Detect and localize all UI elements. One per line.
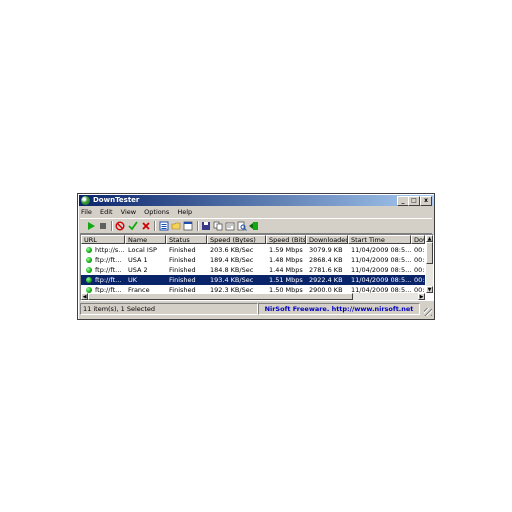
cell-downloaded: 3079.9 KB — [309, 246, 343, 254]
menu-help[interactable]: Help — [177, 208, 192, 216]
title-bar[interactable]: DownTester _ □ x — [79, 195, 433, 206]
properties-icon[interactable] — [225, 221, 235, 231]
window-icon[interactable] — [183, 221, 193, 231]
list-icon[interactable] — [159, 221, 169, 231]
menu-view[interactable]: View — [121, 208, 136, 216]
cell-url: ftp://ft... — [95, 276, 122, 284]
scroll-up-arrow-icon[interactable]: ▲ — [426, 235, 433, 242]
menu-options[interactable]: Options — [144, 208, 169, 216]
status-ok-icon — [86, 267, 92, 273]
scroll-left-arrow-icon[interactable]: ◀ — [81, 293, 88, 300]
column-name[interactable]: Name — [125, 235, 166, 244]
status-bar: 11 item(s), 1 Selected NirSoft Freeware.… — [80, 301, 432, 316]
cell-name: USA 1 — [128, 256, 148, 264]
find-icon[interactable] — [237, 221, 247, 231]
save-icon[interactable] — [201, 221, 211, 231]
status-ok-icon — [86, 277, 92, 283]
exit-icon[interactable] — [249, 221, 259, 231]
cell-status: Finished — [169, 256, 196, 264]
cancel-icon[interactable] — [115, 221, 125, 231]
list-header: URL Name Status Speed (Bytes) Speed (Bit… — [81, 235, 431, 245]
column-speed-bytes[interactable]: Speed (Bytes) — [207, 235, 266, 244]
cell-url: http://s... — [95, 246, 125, 254]
menu-file[interactable]: File — [81, 208, 92, 216]
cell-start-time: 11/04/2009 08:5... — [351, 266, 411, 274]
table-row[interactable]: http://s... Local ISP Finished 203.6 KB/… — [81, 245, 425, 255]
column-downloaded[interactable]: Downloaded — [306, 235, 348, 244]
cell-url: ftp://ft... — [95, 266, 122, 274]
cell-speed-bits: 1.44 Mbps — [269, 266, 303, 274]
toolbar — [80, 218, 432, 234]
app-window: DownTester _ □ x File Edit View Options … — [77, 193, 435, 320]
cell-name: UK — [128, 276, 138, 284]
horizontal-scrollbar[interactable]: ◀ ▶ — [81, 293, 425, 300]
column-start-time[interactable]: Start Time — [348, 235, 411, 244]
scroll-thumb[interactable] — [426, 242, 433, 264]
play-icon[interactable] — [86, 221, 96, 231]
vertical-scrollbar[interactable]: ▲ ▼ — [426, 235, 433, 293]
cell-start-time: 11/04/2009 08:5... — [351, 256, 411, 264]
menu-edit[interactable]: Edit — [100, 208, 113, 216]
cell-speed-bits: 1.51 Mbps — [269, 276, 303, 284]
cell-speed-bytes: 203.6 KB/Sec — [210, 246, 254, 254]
cell-speed-bytes: 184.8 KB/Sec — [210, 266, 254, 274]
results-list[interactable]: URL Name Status Speed (Bytes) Speed (Bit… — [80, 234, 434, 301]
toolbar-separator — [111, 221, 113, 231]
close-button[interactable]: x — [420, 196, 432, 206]
menu-bar: File Edit View Options Help — [81, 207, 198, 217]
cell-speed-bytes: 189.4 KB/Sec — [210, 256, 254, 264]
nirsoft-link[interactable]: NirSoft Freeware. http://www.nirsoft.net — [258, 303, 420, 315]
cell-start-time: 11/04/2009 08:5... — [351, 276, 411, 284]
cell-status: Finished — [169, 246, 196, 254]
cell-start-time: 11/04/2009 08:5... — [351, 246, 411, 254]
maximize-button[interactable]: □ — [408, 196, 420, 206]
cell-speed-bytes: 193.4 KB/Sec — [210, 276, 254, 284]
table-row-selected[interactable]: ftp://ft... UK Finished 193.4 KB/Sec 1.5… — [81, 275, 425, 285]
copy-icon[interactable] — [213, 221, 223, 231]
cell-dow: 00:0 — [414, 276, 425, 284]
toolbar-separator — [154, 221, 156, 231]
cell-downloaded: 2781.6 KB — [309, 266, 343, 274]
cell-name: Local ISP — [128, 246, 157, 254]
table-row[interactable]: ftp://ft... USA 2 Finished 184.8 KB/Sec … — [81, 265, 425, 275]
cell-downloaded: 2922.4 KB — [309, 276, 343, 284]
folder-icon[interactable] — [171, 221, 181, 231]
cell-dow: 00:0 — [414, 246, 425, 254]
cell-url: ftp://ft... — [95, 256, 122, 264]
status-ok-icon — [86, 247, 92, 253]
resize-grip-icon[interactable] — [424, 308, 432, 316]
delete-icon[interactable] — [141, 221, 151, 231]
cell-status: Finished — [169, 266, 196, 274]
cell-downloaded: 2868.4 KB — [309, 256, 343, 264]
window-title: DownTester — [93, 196, 140, 204]
stop-icon[interactable] — [98, 221, 108, 231]
cell-dow: 00:0 — [414, 256, 425, 264]
app-icon — [81, 196, 90, 205]
check-icon[interactable] — [128, 221, 138, 231]
table-row[interactable]: ftp://ft... USA 1 Finished 189.4 KB/Sec … — [81, 255, 425, 265]
scroll-down-arrow-icon[interactable]: ▼ — [426, 286, 433, 293]
column-url[interactable]: URL — [81, 235, 125, 244]
cell-speed-bits: 1.48 Mbps — [269, 256, 303, 264]
cell-dow: 00:0 — [414, 266, 425, 274]
column-dow[interactable]: Dow — [411, 235, 425, 244]
cell-status: Finished — [169, 276, 196, 284]
toolbar-separator — [197, 221, 199, 231]
scroll-right-arrow-icon[interactable]: ▶ — [418, 293, 425, 300]
hscroll-thumb[interactable] — [88, 293, 353, 300]
status-item-count: 11 item(s), 1 Selected — [80, 303, 258, 315]
column-speed-bits[interactable]: Speed (Bits) — [266, 235, 306, 244]
cell-name: USA 2 — [128, 266, 148, 274]
status-ok-icon — [86, 257, 92, 263]
cell-speed-bits: 1.59 Mbps — [269, 246, 303, 254]
column-status[interactable]: Status — [166, 235, 207, 244]
